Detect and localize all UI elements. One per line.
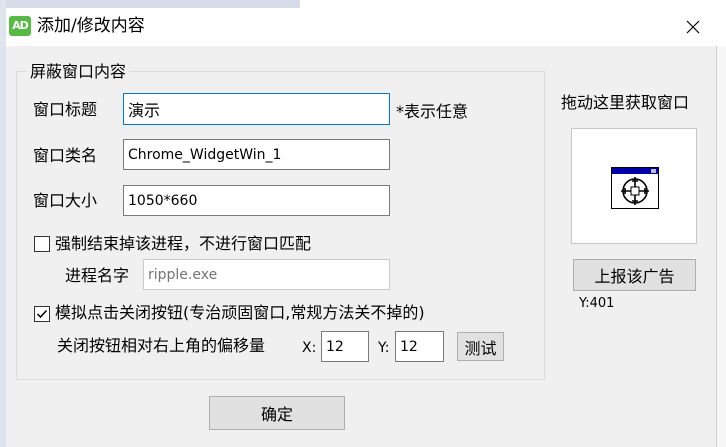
background-window-edge (0, 0, 6, 447)
coordinate-readout: Y:401 (579, 296, 615, 311)
offset-label: 关闭按钮相对右上角的偏移量 (57, 336, 266, 355)
window-size-label: 窗口大小 (33, 191, 98, 210)
close-icon (686, 20, 700, 34)
simulate-close-checkbox[interactable] (34, 306, 50, 322)
background-window-edge-right (716, 46, 726, 447)
app-icon: AD (9, 16, 31, 36)
background-window-strip (0, 0, 300, 8)
test-button[interactable]: 测试 (457, 332, 504, 361)
window-picker-area[interactable] (571, 128, 697, 244)
checkmark-icon (36, 309, 48, 319)
offset-x-input[interactable] (321, 331, 369, 362)
simulate-close-label: 模拟点击关闭按钮(专治顽固窗口,常规方法关不掉的) (55, 303, 425, 322)
kill-process-label: 强制结束掉该进程，不进行窗口匹配 (55, 234, 312, 253)
ok-button[interactable]: 确定 (209, 396, 345, 430)
offset-y-input[interactable] (395, 331, 444, 362)
offset-x-label: X: (302, 340, 317, 356)
wildcard-note: *表示任意 (396, 102, 469, 121)
window-title-input[interactable] (123, 93, 390, 125)
window-title: 添加/修改内容 (37, 16, 145, 36)
dialog-window: AD 添加/修改内容 屏蔽窗口内容 窗口标题 *表示任意 窗口类名 窗口大小 强… (0, 0, 726, 447)
window-title-label: 窗口标题 (33, 100, 98, 119)
picker-label: 拖动这里获取窗口 (561, 93, 690, 112)
window-class-label: 窗口类名 (33, 146, 98, 165)
window-crosshair-icon (611, 167, 659, 209)
process-name-input[interactable] (143, 259, 390, 290)
offset-y-label: Y: (378, 340, 390, 356)
process-name-label: 进程名字 (65, 266, 130, 285)
kill-process-checkbox[interactable] (34, 236, 50, 252)
window-class-input[interactable] (123, 139, 390, 170)
report-ad-button[interactable]: 上报该广告 (573, 259, 696, 291)
groupbox-title: 屏蔽窗口内容 (27, 62, 130, 82)
close-button[interactable] (668, 10, 718, 44)
window-size-input[interactable] (123, 185, 390, 216)
